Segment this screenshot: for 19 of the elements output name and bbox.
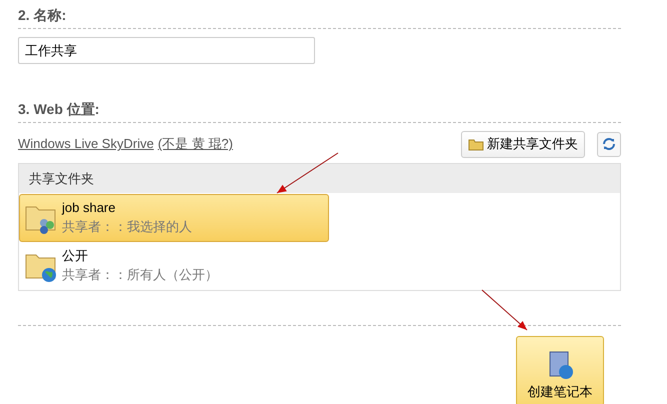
annotation-arrow [482, 290, 528, 330]
new-folder-icon [468, 137, 484, 151]
new-folder-button[interactable]: 新建共享文件夹 [461, 130, 585, 158]
shared-with-label: 共享者：：我选择的人 [62, 218, 192, 236]
account-link[interactable]: (不是 黄 琨?) [158, 134, 233, 154]
folder-item[interactable]: job share 共享者：：我选择的人 [19, 194, 329, 242]
folder-name: 公开 [62, 247, 89, 265]
refresh-icon [602, 137, 616, 151]
list-header: 共享文件夹 [19, 164, 620, 193]
folder-item[interactable]: 公开 共享者：：所有人（公开） [19, 242, 329, 290]
service-link[interactable]: Windows Live SkyDrive [18, 134, 154, 154]
shared-with-label: 共享者：：所有人（公开） [62, 266, 218, 284]
refresh-button[interactable] [597, 132, 621, 156]
section-heading: 2. 名称: [18, 6, 68, 25]
annotation-arrow [276, 152, 338, 194]
name-input-field[interactable]: 工作共享 [18, 37, 315, 64]
folder-name: job share [62, 199, 116, 217]
create-notebook-button[interactable]: 创建笔记本 [516, 336, 604, 404]
section-heading: 3. Web 位置: [18, 100, 100, 119]
